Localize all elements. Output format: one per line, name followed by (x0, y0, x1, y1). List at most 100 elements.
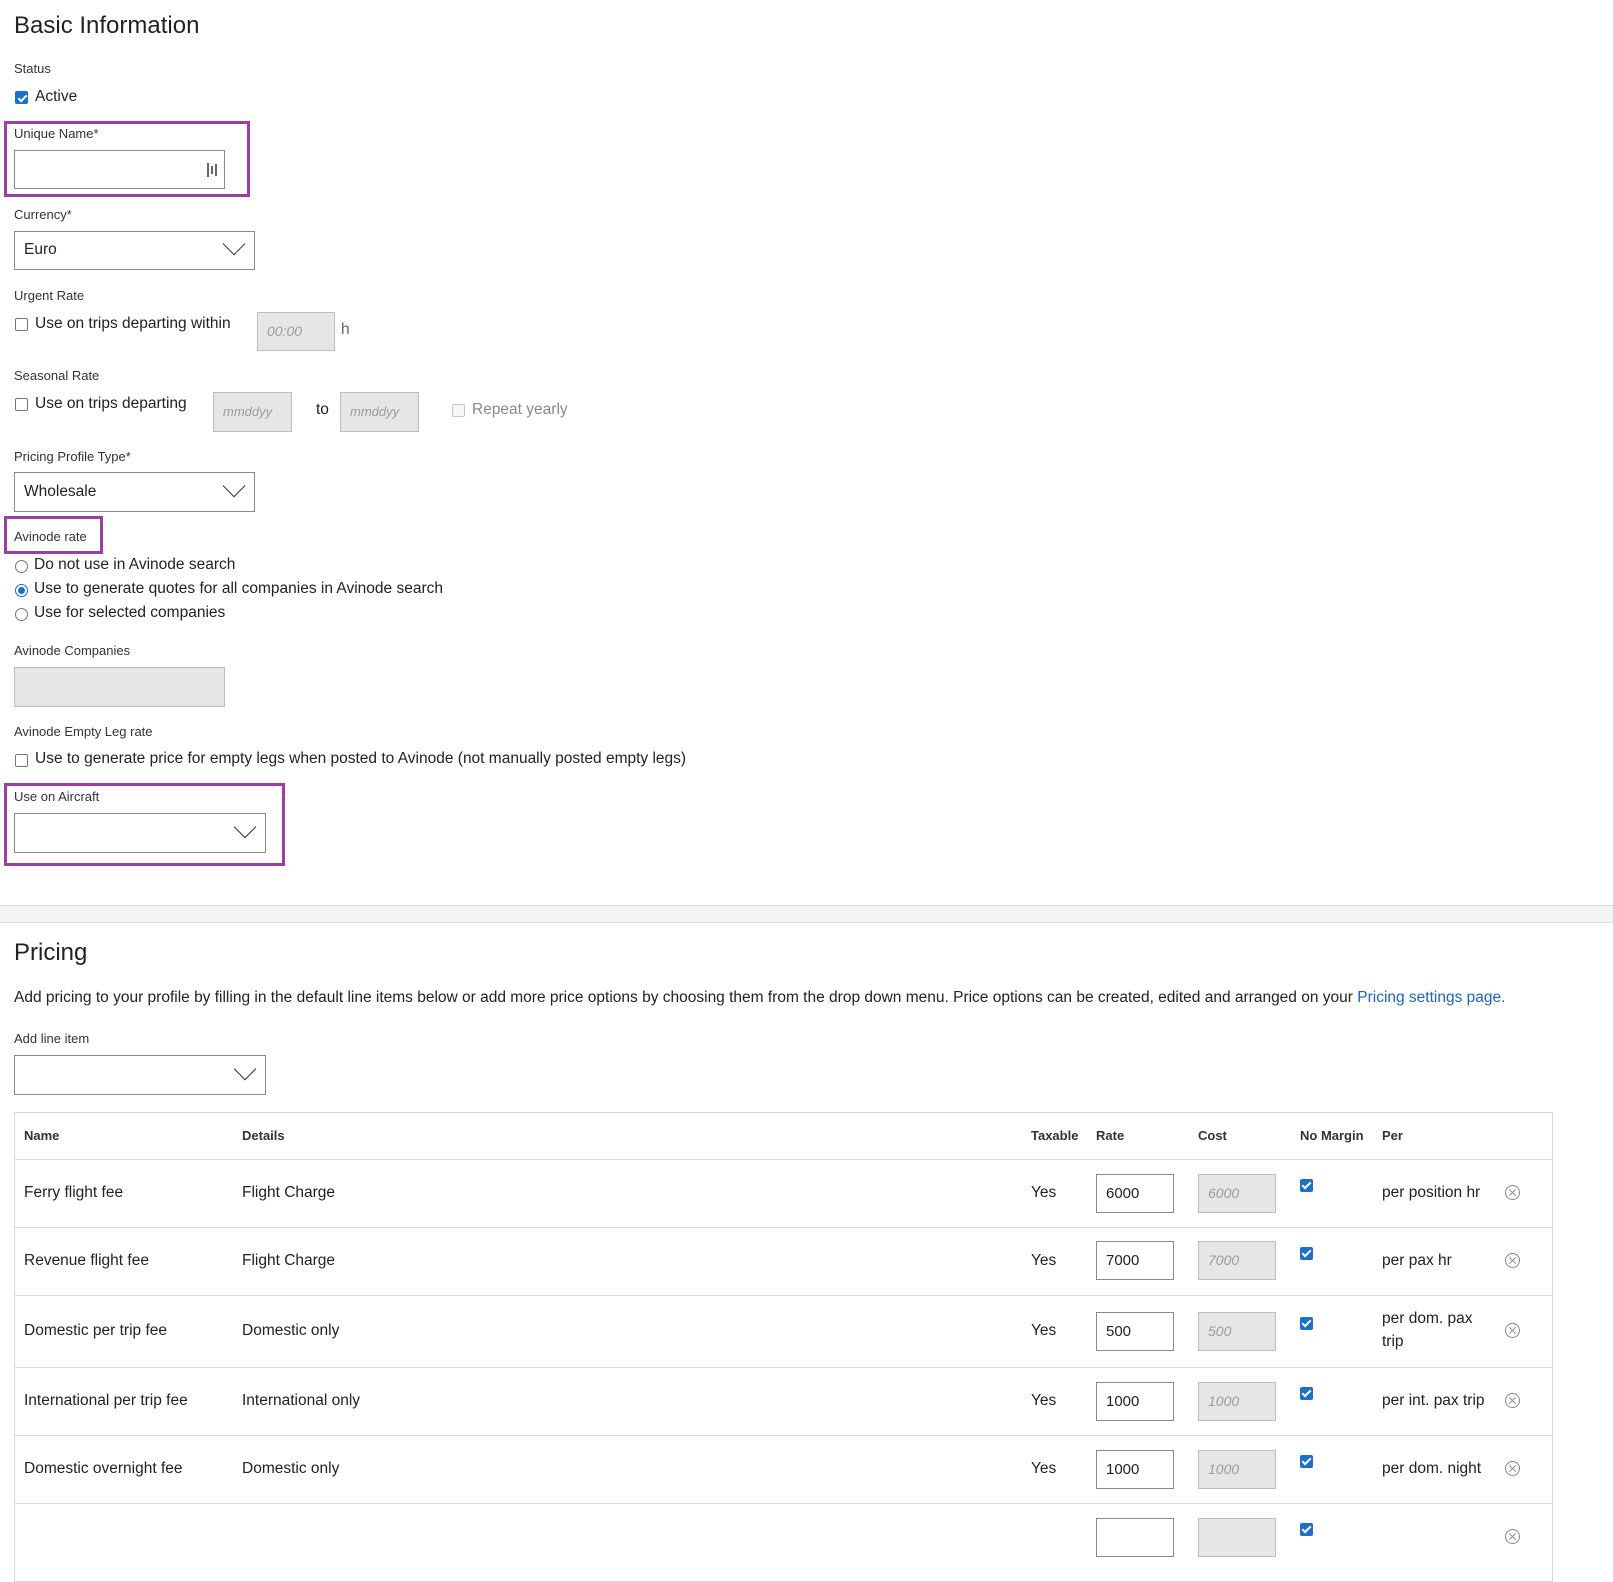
row-per: per dom. night (1382, 1460, 1482, 1477)
cost-input[interactable]: 1000 (1198, 1382, 1276, 1421)
avinode-rate-label: Avinode rate (14, 529, 87, 544)
chevron-down-icon (222, 232, 246, 256)
row-divider (15, 1295, 1552, 1296)
row-details: Domestic only (242, 1322, 340, 1339)
currency-select[interactable]: Euro (14, 231, 255, 270)
rate-input[interactable]: 7000 (1096, 1241, 1174, 1280)
pricing-profile-type-label: Pricing Profile Type* (14, 449, 131, 464)
row-per: per int. pax trip (1382, 1392, 1485, 1409)
row-per: per position hr (1382, 1184, 1481, 1201)
column-header-details: Details (242, 1128, 285, 1143)
pricing-description: Add pricing to your profile by filling i… (14, 989, 1506, 1006)
avinode-option-label: Use for selected companies (34, 604, 226, 621)
avinode-option-label: Use to generate quotes for all companies… (34, 580, 443, 597)
avinode-option-all-companies[interactable] (15, 584, 28, 597)
remove-row-icon[interactable] (1505, 1529, 1520, 1544)
rate-input[interactable]: 6000 (1096, 1174, 1174, 1213)
pricing-settings-link[interactable]: Pricing settings page (1357, 989, 1501, 1006)
pricing-profile-type-value: Wholesale (24, 483, 97, 500)
no-margin-checkbox[interactable] (1300, 1387, 1313, 1400)
add-line-item-label: Add line item (14, 1031, 90, 1046)
add-line-item-select[interactable] (14, 1055, 266, 1095)
remove-row-icon[interactable] (1505, 1253, 1520, 1268)
urgent-unit: h (341, 321, 350, 338)
urgent-rate-label: Urgent Rate (14, 288, 85, 303)
row-divider (15, 1227, 1552, 1228)
row-details: Domestic only (242, 1460, 340, 1477)
row-name: Ferry flight fee (24, 1184, 124, 1201)
avinode-companies-label: Avinode Companies (14, 643, 131, 658)
row-name: Domestic overnight fee (24, 1460, 183, 1477)
unique-name-label: Unique Name* (14, 126, 99, 141)
row-per-line2: trip (1382, 1333, 1404, 1350)
empty-leg-rate-label: Avinode Empty Leg rate (14, 724, 153, 739)
section-title-pricing: Pricing (14, 939, 88, 966)
rate-input[interactable]: 500 (1096, 1312, 1174, 1351)
active-label: Active (35, 88, 78, 105)
column-header-rate: Rate (1096, 1128, 1125, 1143)
empty-leg-checkbox-label: Use to generate price for empty legs whe… (35, 750, 687, 767)
empty-leg-checkbox[interactable] (15, 754, 28, 767)
rate-input[interactable]: 1000 (1096, 1382, 1174, 1421)
password-manager-icon[interactable] (206, 162, 218, 178)
cost-input[interactable]: 500 (1198, 1312, 1276, 1351)
row-name: International per trip fee (24, 1392, 188, 1409)
active-checkbox[interactable] (15, 91, 28, 104)
remove-row-icon[interactable] (1505, 1393, 1520, 1408)
column-header-taxable: Taxable (1031, 1128, 1079, 1143)
remove-row-icon[interactable] (1505, 1461, 1520, 1476)
cost-input[interactable] (1198, 1518, 1276, 1557)
remove-row-icon[interactable] (1505, 1323, 1520, 1338)
row-divider (15, 1367, 1552, 1368)
cost-input[interactable]: 7000 (1198, 1241, 1276, 1280)
pricing-table (14, 1112, 1553, 1582)
status-label: Status (14, 61, 51, 76)
no-margin-checkbox[interactable] (1300, 1317, 1313, 1330)
urgent-rate-checkbox-label: Use on trips departing within (35, 315, 231, 332)
chevron-down-icon (233, 1057, 257, 1081)
pricing-profile-type-select[interactable]: Wholesale (14, 472, 255, 512)
rate-input[interactable]: 1000 (1096, 1450, 1174, 1489)
avinode-option-selected-companies[interactable] (15, 608, 28, 621)
row-per: per pax hr (1382, 1252, 1452, 1269)
row-details: Flight Charge (242, 1252, 336, 1269)
cost-input[interactable]: 1000 (1198, 1450, 1276, 1489)
use-on-aircraft-label: Use on Aircraft (14, 789, 100, 804)
repeat-yearly-label: Repeat yearly (472, 401, 568, 418)
no-margin-checkbox[interactable] (1300, 1455, 1313, 1468)
row-details: Flight Charge (242, 1184, 336, 1201)
cost-input[interactable]: 6000 (1198, 1174, 1276, 1213)
no-margin-checkbox[interactable] (1300, 1247, 1313, 1260)
row-per-line1: per dom. pax (1382, 1310, 1473, 1327)
seasonal-rate-label: Seasonal Rate (14, 368, 100, 383)
chevron-down-icon (233, 815, 257, 839)
column-header-per: Per (1382, 1128, 1403, 1143)
row-taxable: Yes (1031, 1184, 1057, 1201)
avinode-companies-input[interactable] (14, 667, 225, 707)
column-header-cost: Cost (1198, 1128, 1227, 1143)
seasonal-rate-checkbox-label: Use on trips departing (35, 395, 187, 412)
rate-input[interactable] (1096, 1518, 1174, 1557)
use-on-aircraft-select[interactable] (14, 813, 266, 853)
seasonal-from-input[interactable]: mmddyy (213, 392, 292, 432)
seasonal-rate-checkbox[interactable] (15, 398, 28, 411)
row-divider (15, 1503, 1552, 1504)
repeat-yearly-checkbox[interactable] (452, 404, 465, 417)
column-header-no-margin: No Margin (1300, 1128, 1364, 1143)
row-divider (15, 1435, 1552, 1436)
urgent-time-input[interactable]: 00:00 (257, 312, 335, 351)
column-header-name: Name (24, 1128, 60, 1143)
chevron-down-icon (222, 474, 246, 498)
no-margin-checkbox[interactable] (1300, 1523, 1313, 1536)
remove-row-icon[interactable] (1505, 1185, 1520, 1200)
seasonal-to-input[interactable]: mmddyy (340, 392, 419, 432)
urgent-rate-checkbox[interactable] (15, 318, 28, 331)
seasonal-to-label: to (316, 401, 329, 418)
unique-name-input[interactable] (14, 150, 225, 189)
row-taxable: Yes (1031, 1392, 1057, 1409)
no-margin-checkbox[interactable] (1300, 1179, 1313, 1192)
avinode-option-do-not-use[interactable] (15, 560, 28, 573)
row-taxable: Yes (1031, 1460, 1057, 1477)
row-details: International only (242, 1392, 361, 1409)
section-divider (0, 905, 1613, 923)
